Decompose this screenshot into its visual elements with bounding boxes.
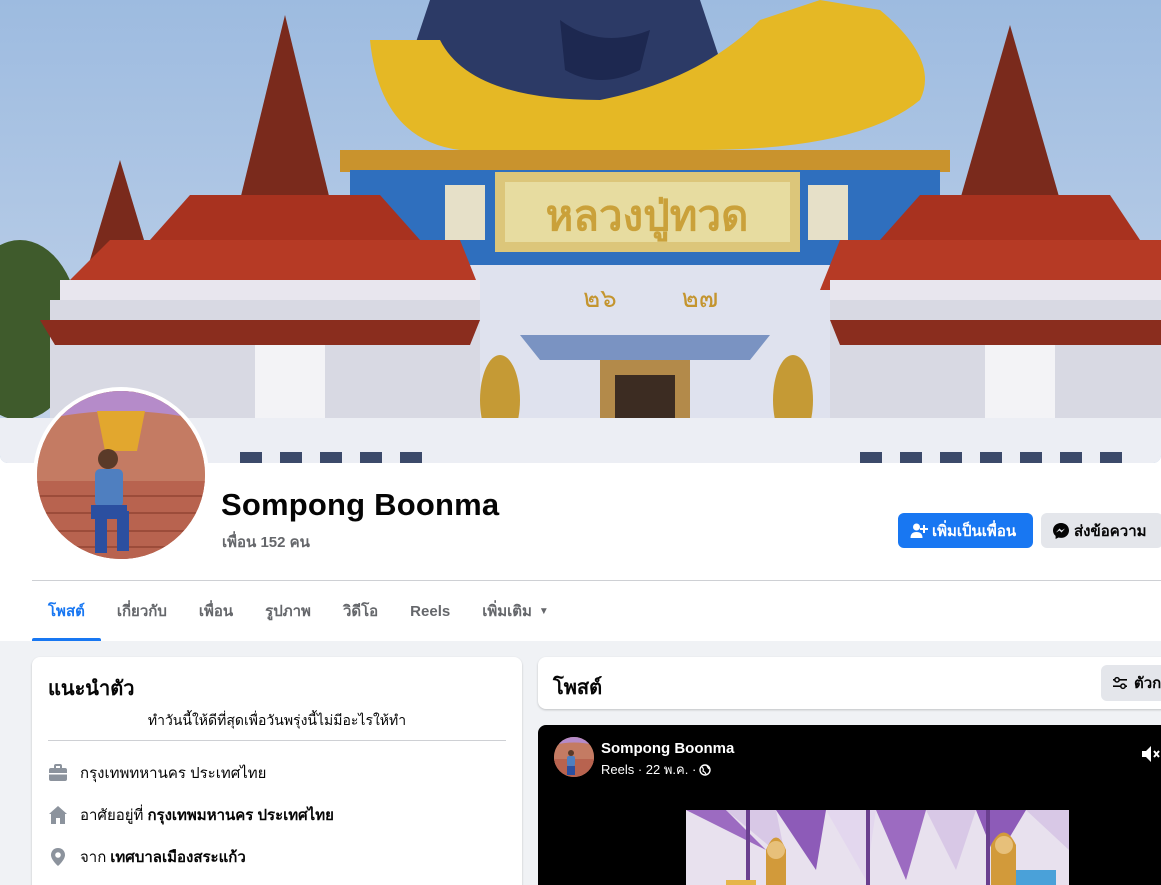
from-place[interactable]: เทศบาลเมืองสระแก้ว [110,845,245,869]
globe-icon [699,763,711,776]
message-button[interactable]: ส่งข้อความ [1041,513,1161,548]
filter-label: ตัวก [1134,675,1161,692]
reel-author-avatar[interactable] [554,737,594,777]
from-prefix: จาก [80,849,107,866]
briefcase-icon [48,763,68,783]
svg-text:หลวงปู่ทวด: หลวงปู่ทวด [546,191,749,242]
intro-title: แนะนำตัว [48,678,135,700]
intro-divider [48,740,506,741]
profile-tabs: โพสต์ เกี่ยวกับ เพื่อน รูปภาพ วิดีโอ Ree… [32,581,565,641]
map-pin-icon [48,847,68,867]
profile-page: หลวงปู่ทวด ๒๖ ๒๗ Sompong Boonma เพื่อน 1… [0,0,1161,885]
reel-meta-text[interactable]: Reels · 22 พ.ค. · [601,759,696,780]
house-icon [48,805,68,825]
profile-avatar[interactable] [33,387,209,563]
tab-posts[interactable]: โพสต์ [32,581,101,641]
profile-name: Sompong Boonma [221,487,500,522]
friend-count[interactable]: เพื่อน 152 คน [222,530,310,554]
lives-prefix: อาศัยอยู่ที่ [80,807,144,824]
messenger-icon [1051,521,1071,541]
sliders-icon [1112,675,1128,691]
cover-photo[interactable]: หลวงปู่ทวด ๒๖ ๒๗ [0,0,1161,463]
tab-videos[interactable]: วิดีโอ [327,581,394,641]
svg-text:๒๗: ๒๗ [682,284,719,314]
intro-from-row: จาก เทศบาลเมืองสระแก้ว [48,845,246,869]
bio-text: ทำวันนี้ให้ดีที่สุดเพื่อวันพรุ่งนี้ไม่มี… [147,712,407,728]
avatar-image [37,391,205,559]
posts-title: โพสต์ [553,677,603,699]
intro-lives-row: อาศัยอยู่ที่ กรุงเทพมหานคร ประเทศไทย [48,803,334,827]
posts-header-card: โพสต์ ตัวก [538,657,1161,709]
person-plus-icon [909,521,929,541]
tab-reels[interactable]: Reels [394,581,466,641]
tab-more-label: เพิ่มเติม [482,603,532,620]
reel-author-name[interactable]: Sompong Boonma [601,740,734,757]
reel-meta: Reels · 22 พ.ค. · [601,759,711,780]
add-friend-label: เพิ่มเป็นเพื่อน [932,522,1017,540]
reel-video-thumbnail[interactable] [686,810,1069,885]
filter-button[interactable]: ตัวก [1101,665,1161,701]
profile-header: หลวงปู่ทวด ๒๖ ๒๗ Sompong Boonma เพื่อน 1… [0,0,1161,641]
lives-place[interactable]: กรุงเทพมหานคร ประเทศไทย [147,803,333,827]
message-label: ส่งข้อความ [1074,522,1147,540]
tab-about[interactable]: เกี่ยวกับ [101,581,183,641]
caret-down-icon: ▼ [538,605,549,617]
work-text[interactable]: กรุงเทพทหานคร ประเทศไทย [80,761,266,785]
tab-more[interactable]: เพิ่มเติม ▼ [466,581,565,641]
intro-card: แนะนำตัว ทำวันนี้ให้ดีที่สุดเพื่อวันพรุ่… [32,657,522,885]
speaker-muted-icon[interactable] [1140,743,1161,765]
intro-work-row: กรุงเทพทหานคร ประเทศไทย [48,761,266,785]
svg-text:๒๖: ๒๖ [583,284,617,314]
reel-post[interactable]: Sompong Boonma Reels · 22 พ.ค. · [538,725,1161,885]
tab-photos[interactable]: รูปภาพ [249,581,327,641]
tab-friends[interactable]: เพื่อน [183,581,249,641]
add-friend-button[interactable]: เพิ่มเป็นเพื่อน [898,513,1033,548]
